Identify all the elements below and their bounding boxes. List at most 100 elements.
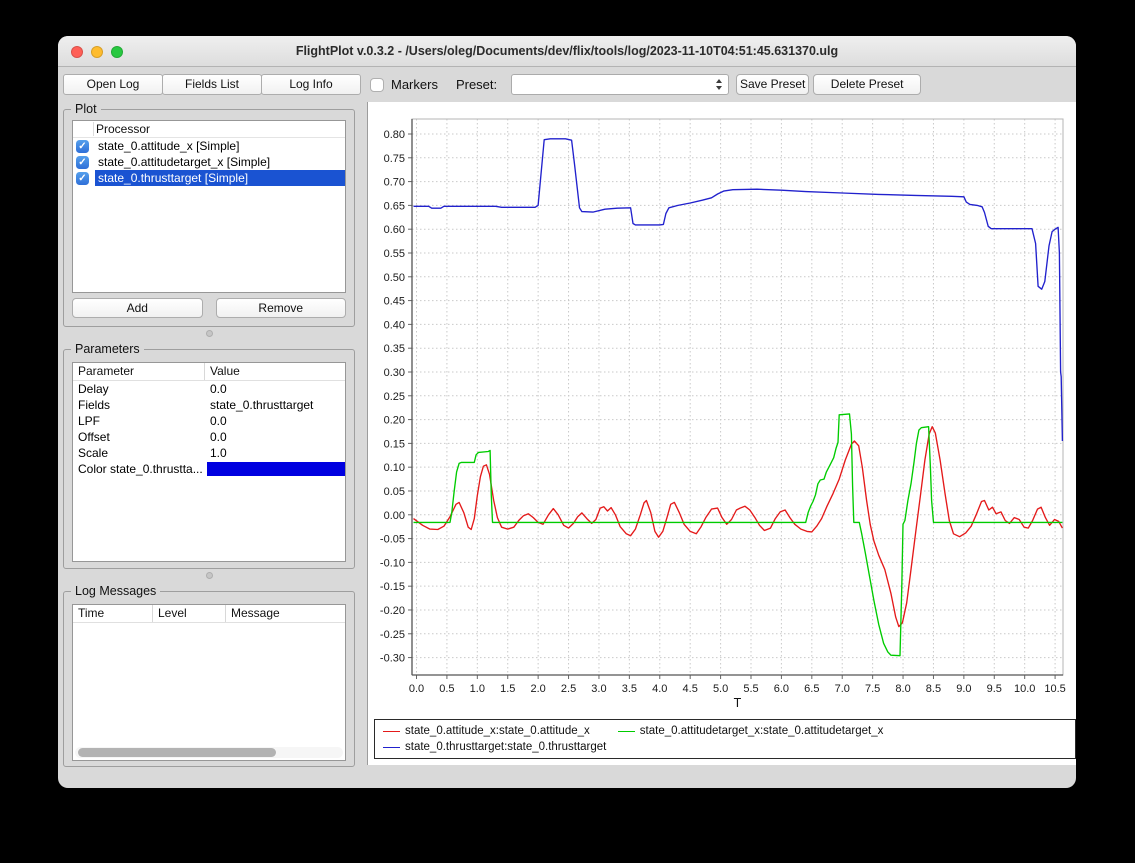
svg-text:0.45: 0.45 [384, 296, 405, 308]
parameter-value[interactable]: state_0.thrusttarget [205, 397, 345, 413]
parameter-row[interactable]: Delay0.0 [73, 381, 345, 397]
legend-row-1: state_0.attitude_x:state_0.attitude_xsta… [383, 723, 1067, 739]
svg-text:0.15: 0.15 [384, 438, 405, 450]
parameter-name: Delay [73, 381, 205, 397]
preset-combobox[interactable] [511, 74, 729, 95]
parameters-table-body: Delay0.0Fieldsstate_0.thrusttargetLPF0.0… [73, 381, 345, 477]
parameter-value[interactable]: 0.0 [205, 381, 345, 397]
horizontal-scrollbar[interactable] [75, 747, 343, 758]
parameter-column-header: Parameter [73, 363, 205, 380]
svg-text:5.0: 5.0 [713, 683, 728, 695]
svg-text:0.80: 0.80 [384, 129, 405, 141]
parameter-name: Scale [73, 445, 205, 461]
svg-text:10.0: 10.0 [1014, 683, 1035, 695]
list-item[interactable]: ✓ state_0.attitudetarget_x [Simple] [73, 154, 345, 170]
parameter-row[interactable]: Fieldsstate_0.thrusttarget [73, 397, 345, 413]
chevron-down-icon [716, 86, 722, 90]
add-button[interactable]: Add [72, 298, 203, 318]
scrollbar-thumb[interactable] [78, 748, 276, 757]
svg-text:2.5: 2.5 [561, 683, 576, 695]
splitter-dot-icon [206, 330, 213, 337]
parameter-row[interactable]: Scale1.0 [73, 445, 345, 461]
parameter-row[interactable]: Offset0.0 [73, 429, 345, 445]
combo-stepper-icon[interactable] [713, 77, 725, 92]
chart-panel: 0.00.51.01.52.02.53.03.54.04.55.05.56.06… [367, 102, 1076, 765]
parameter-row[interactable]: LPF0.0 [73, 413, 345, 429]
left-panel: Plot Processor ✓state_0.attitude_x [Simp… [63, 102, 355, 767]
svg-text:0.25: 0.25 [384, 391, 405, 403]
legend-item: state_0.thrusttarget:state_0.thrusttarge… [383, 741, 606, 753]
svg-text:5.5: 5.5 [743, 683, 758, 695]
svg-text:-0.15: -0.15 [380, 581, 405, 593]
svg-text:4.0: 4.0 [652, 683, 667, 695]
processor-column-header: Processor [73, 121, 345, 138]
toolbar: Open Log Fields List Log Info Markers Pr… [63, 74, 1071, 95]
fields-list-button[interactable]: Fields List [162, 74, 262, 95]
checkbox-checked-icon[interactable]: ✓ [76, 172, 89, 185]
svg-text:-0.05: -0.05 [380, 534, 405, 546]
preset-label: Preset: [456, 77, 497, 92]
parameters-table[interactable]: Parameter Value Delay0.0Fieldsstate_0.th… [72, 362, 346, 562]
title-bar[interactable]: FlightPlot v.0.3.2 - /Users/oleg/Documen… [58, 36, 1076, 67]
value-column-header: Value [205, 363, 345, 380]
log-messages-group-title: Log Messages [71, 584, 160, 598]
parameter-name: Fields [73, 397, 205, 413]
svg-text:0.00: 0.00 [384, 510, 405, 522]
remove-button[interactable]: Remove [216, 298, 347, 318]
svg-text:7.0: 7.0 [835, 683, 850, 695]
splitter-handle-2[interactable] [63, 569, 355, 581]
plot-group: Plot Processor ✓state_0.attitude_x [Simp… [63, 109, 355, 327]
close-button[interactable] [71, 46, 83, 58]
processor-label: state_0.attitudetarget_x [Simple] [95, 154, 345, 170]
legend-line-icon [383, 731, 400, 732]
series-line [414, 427, 1063, 627]
parameter-value[interactable]: 1.0 [205, 445, 345, 461]
chevron-up-icon [716, 79, 722, 83]
svg-text:1.0: 1.0 [470, 683, 485, 695]
svg-text:6.0: 6.0 [774, 683, 789, 695]
color-swatch[interactable] [207, 462, 345, 476]
svg-text:8.5: 8.5 [926, 683, 941, 695]
delete-preset-button[interactable]: Delete Preset [813, 74, 921, 95]
parameter-name: Color state_0.thrustta... [73, 461, 205, 477]
chart-legend: state_0.attitude_x:state_0.attitude_xsta… [374, 719, 1076, 759]
zoom-button[interactable] [111, 46, 123, 58]
processor-list[interactable]: Processor ✓state_0.attitude_x [Simple]✓s… [72, 120, 346, 293]
plot-canvas[interactable]: 0.00.51.01.52.02.53.03.54.04.55.05.56.06… [368, 102, 1076, 715]
parameters-group: Parameters Parameter Value Delay0.0Field… [63, 349, 355, 569]
svg-text:0.0: 0.0 [409, 683, 424, 695]
open-log-button[interactable]: Open Log [63, 74, 163, 95]
parameter-value[interactable]: 0.0 [205, 429, 345, 445]
checkbox-checked-icon[interactable]: ✓ [76, 156, 89, 169]
splitter-handle-1[interactable] [63, 327, 355, 339]
splitter-dot-icon [206, 572, 213, 579]
svg-text:0.50: 0.50 [384, 272, 405, 284]
log-info-button[interactable]: Log Info [261, 74, 361, 95]
axes [408, 119, 1063, 679]
svg-text:0.55: 0.55 [384, 248, 405, 260]
column-separator [93, 122, 94, 136]
processor-label: state_0.thrusttarget [Simple] [95, 170, 345, 186]
gridlines [412, 119, 1063, 675]
window-title: FlightPlot v.0.3.2 - /Users/oleg/Documen… [296, 44, 838, 58]
checkbox-checked-icon[interactable]: ✓ [76, 140, 89, 153]
svg-text:10.5: 10.5 [1044, 683, 1065, 695]
list-item[interactable]: ✓state_0.attitude_x [Simple] [73, 138, 345, 154]
svg-text:0.05: 0.05 [384, 486, 405, 498]
parameter-name: Offset [73, 429, 205, 445]
list-item[interactable]: ✓ state_0.thrusttarget [Simple] [73, 170, 345, 186]
svg-text:4.5: 4.5 [683, 683, 698, 695]
parameter-value[interactable]: 0.0 [205, 413, 345, 429]
svg-text:1.5: 1.5 [500, 683, 515, 695]
save-preset-button[interactable]: Save Preset [736, 74, 809, 95]
svg-text:0.70: 0.70 [384, 177, 405, 189]
main-content: Plot Processor ✓state_0.attitude_x [Simp… [58, 102, 1076, 767]
minimize-button[interactable] [91, 46, 103, 58]
svg-text:0.20: 0.20 [384, 415, 405, 427]
markers-checkbox[interactable] [370, 78, 384, 92]
log-messages-table[interactable]: Time Level Message [72, 604, 346, 761]
parameter-row[interactable]: Color state_0.thrustta... [73, 461, 345, 477]
legend-row-2: state_0.thrusttarget:state_0.thrusttarge… [383, 739, 1067, 755]
log-messages-group: Log Messages Time Level Message [63, 591, 355, 767]
legend-item: state_0.attitudetarget_x:state_0.attitud… [618, 725, 884, 737]
